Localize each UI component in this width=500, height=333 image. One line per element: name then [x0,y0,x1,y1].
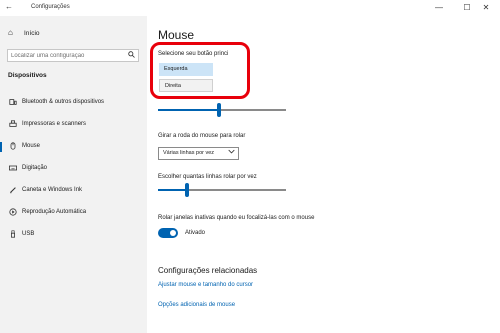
sidebar-item-usb[interactable]: USB [0,228,147,242]
bluetooth-devices-icon [9,98,17,106]
sidebar-section-heading: Dispositivos [8,72,47,79]
window-title: Configurações [31,4,70,10]
sidebar: ⌂ Início Dispositivos Bluetooth & outros … [0,16,147,333]
slider-fill [158,189,188,191]
slider-fill [158,109,220,111]
sidebar-item-label: USB [22,231,35,237]
option-left[interactable]: Esquerda [159,63,213,76]
sidebar-item-home[interactable]: ⌂ Início [8,28,40,37]
wheel-scroll-label: Girar a roda do mouse para rolar [158,133,246,139]
home-icon: ⌂ [8,28,13,37]
sidebar-item-label: Reprodução Automática [22,209,87,215]
mouse-icon [9,142,17,150]
sidebar-item-bluetooth[interactable]: Bluetooth & outros dispositivos [0,96,147,110]
dropdown-value: Várias linhas por vez [163,150,215,156]
sidebar-item-printers[interactable]: Impressoras e scanners [0,118,147,132]
search-icon[interactable] [128,51,135,60]
title-bar: ← Configurações — ☐ ✕ [0,0,500,16]
page-title: Mouse [158,28,195,42]
sidebar-item-label: Início [24,30,40,37]
sidebar-item-pen[interactable]: Caneta e Windows Ink [0,184,147,198]
sidebar-item-typing[interactable]: Digitação [0,162,147,176]
main-content: Mouse Selecione seu botão princi Esquerd… [147,16,500,333]
autoplay-icon [9,208,17,216]
cursor-speed-slider[interactable] [158,103,286,117]
inactive-scroll-label: Rolar janelas inativas quando eu focaliz… [158,215,315,221]
link-cursor-size[interactable]: Ajustar mouse e tamanho do cursor [158,282,253,288]
sidebar-item-label: Digitação [22,165,48,171]
option-right[interactable]: Direita [159,79,213,92]
primary-button-label: Selecione seu botão princi [158,51,229,57]
chevron-down-icon [228,148,235,160]
link-additional-mouse-options[interactable]: Opções adicionais de mouse [158,302,235,308]
printer-icon [9,120,17,128]
back-arrow-icon[interactable]: ← [5,2,13,12]
keyboard-icon [9,164,17,172]
usb-icon [9,230,17,238]
related-settings-heading: Configurações relacionadas [158,266,258,275]
wheel-scroll-dropdown[interactable]: Várias linhas por vez [158,147,239,160]
scroll-lines-slider[interactable] [158,183,286,197]
sidebar-item-label: Caneta e Windows Ink [22,187,83,193]
slider-thumb[interactable] [217,103,222,117]
inactive-scroll-toggle[interactable] [158,228,178,238]
pen-icon [9,186,17,194]
sidebar-item-autoplay[interactable]: Reprodução Automática [0,206,147,220]
sidebar-item-label: Bluetooth & outros dispositivos [22,99,105,105]
minimize-button[interactable]: — [425,1,453,14]
close-button[interactable]: ✕ [472,1,500,14]
sidebar-item-label: Mouse [22,143,41,149]
toggle-state-label: Ativado [185,230,206,236]
sidebar-item-mouse[interactable]: Mouse [0,140,147,154]
toggle-knob [170,230,176,236]
slider-thumb[interactable] [185,183,190,197]
scroll-lines-label: Escolher quantas linhas rolar por vez [158,174,257,180]
search-input[interactable] [11,51,121,61]
sidebar-item-label: Impressoras e scanners [22,121,87,127]
search-box[interactable] [7,49,139,62]
